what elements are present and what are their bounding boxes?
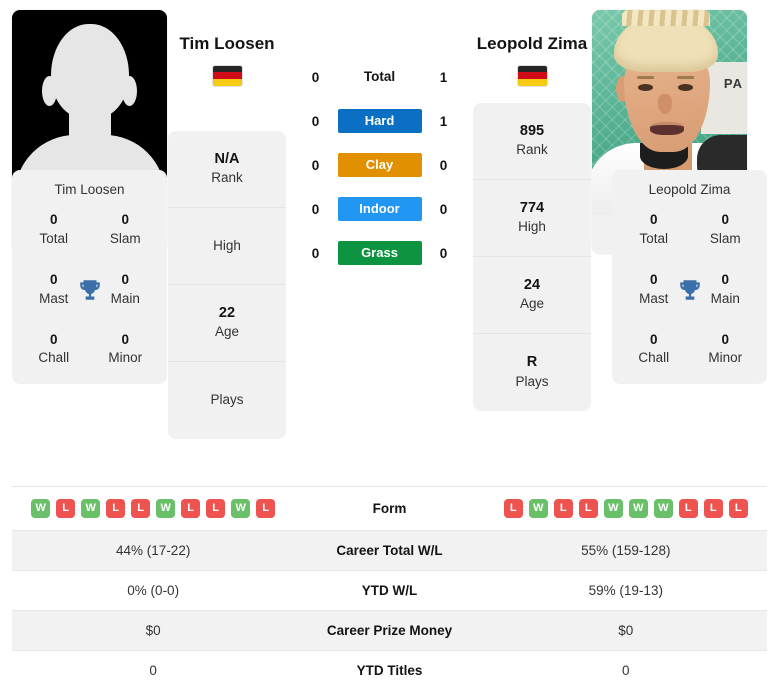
form-badge-win: W xyxy=(231,499,251,518)
table-row-career-total-wl: 44% (17-22) Career Total W/L 55% (159-12… xyxy=(12,530,767,571)
right-info-rank: 895 Rank xyxy=(473,103,591,180)
form-badge-win: W xyxy=(156,499,176,518)
right-titles-card: Leopold Zima 0 Total 0 Slam 0 Mast 0 Mai… xyxy=(612,170,767,385)
left-career-prize-money: $0 xyxy=(145,623,161,638)
left-titles-grid: 0 Total 0 Slam 0 Mast 0 Main 0 Chall 0 M… xyxy=(18,211,161,368)
form-badge-loss: L xyxy=(578,499,598,518)
table-row-ytd-wl: 0% (0-0) YTD W/L 59% (19-13) xyxy=(12,570,767,611)
photo-board-text: PA xyxy=(723,76,743,91)
left-titles-card-name: Tim Loosen xyxy=(54,182,125,197)
table-row-form: WLWLLWLLWL Form LWLLWWWLLL xyxy=(12,486,767,531)
left-career-total-wl: 44% (17-22) xyxy=(116,543,191,558)
row-label-ytd-titles: YTD Titles xyxy=(356,663,423,678)
right-titles-card-name: Leopold Zima xyxy=(648,182,731,197)
trophy-icon xyxy=(79,279,100,300)
left-ytd-titles: 0 xyxy=(149,663,157,678)
form-badge-loss: L xyxy=(181,499,201,518)
right-ytd-titles: 0 xyxy=(622,663,630,678)
left-info-plays-label: Plays xyxy=(210,392,244,408)
form-badge-win: W xyxy=(603,499,623,518)
comparison-stats-table: WLWLLWLLWL Form LWLLWWWLLL 44% (17-22) C… xyxy=(12,486,767,690)
right-titles-grid: 0 Total 0 Slam 0 Mast 0 Main 0 Chall 0 M… xyxy=(618,211,761,368)
row-label-career-prize-money: Career Prize Money xyxy=(326,623,453,638)
left-ytd-wl: 0% (0-0) xyxy=(127,583,180,598)
left-titles-minor: 0 Minor xyxy=(108,331,143,366)
trophy-icon xyxy=(679,279,700,300)
right-titles-total: 0 Total xyxy=(639,212,669,246)
form-badge-loss: L xyxy=(106,499,126,518)
left-info-rank-value: N/A xyxy=(214,150,240,167)
right-form-strip: LWLLWWWLLL xyxy=(489,499,763,518)
form-badge-win: W xyxy=(31,499,51,518)
form-badge-loss: L xyxy=(703,499,723,518)
form-badge-loss: L xyxy=(206,499,226,518)
right-player-flag-icon xyxy=(517,65,547,86)
right-surface-hard-wins: 1 xyxy=(439,113,448,129)
stats-table-body: WLWLLWLLWL Form LWLLWWWLLL 44% (17-22) C… xyxy=(12,486,767,691)
right-info-rank-label: Rank xyxy=(516,142,548,158)
left-surface-hard-wins: 0 xyxy=(311,113,320,129)
surface-label-total: Total xyxy=(363,69,396,84)
surface-row-hard: 0 Hard 1 xyxy=(287,109,472,133)
left-player-flag-icon xyxy=(212,65,242,86)
surface-label-hard: Hard xyxy=(337,109,422,133)
right-career-prize-money: $0 xyxy=(618,623,634,638)
row-label-career-total-wl: Career Total W/L xyxy=(336,543,443,558)
row-label-ytd-wl: YTD W/L xyxy=(361,583,418,598)
form-badge-loss: L xyxy=(728,499,748,518)
left-titles-total: 0 Total xyxy=(39,212,69,246)
form-badge-win: W xyxy=(81,499,101,518)
left-surface-total-wins: 0 xyxy=(311,69,320,85)
surface-row-total: 0 Total 1 xyxy=(287,66,472,88)
form-badge-loss: L xyxy=(131,499,151,518)
left-form-cell: WLWLLWLLWL xyxy=(12,487,294,531)
table-row-ytd-titles: 0 YTD Titles 0 xyxy=(12,650,767,691)
left-player-name: Tim Loosen xyxy=(179,34,275,53)
right-ytd-wl: 59% (19-13) xyxy=(588,583,663,598)
row-label-form: Form xyxy=(372,501,407,516)
right-form-cell: LWLLWWWLLL xyxy=(485,487,767,531)
right-career-total-wl: 55% (159-128) xyxy=(581,543,671,558)
form-badge-loss: L xyxy=(503,499,523,518)
left-form-strip: WLWLLWLLWL xyxy=(16,499,290,518)
left-titles-card: Tim Loosen 0 Total 0 Slam 0 Mast 0 Main … xyxy=(12,170,167,385)
form-badge-win: W xyxy=(653,499,673,518)
form-badge-loss: L xyxy=(56,499,76,518)
player-comparison-page: Tim Loosen Tim Loosen N/A Rank High xyxy=(0,0,779,699)
form-badge-loss: L xyxy=(256,499,276,518)
titles-cards-row: Tim Loosen 0 Total 0 Slam 0 Mast 0 Main … xyxy=(12,170,767,385)
form-badge-loss: L xyxy=(678,499,698,518)
left-titles-chall: 0 Chall xyxy=(38,331,70,366)
right-player-name: Leopold Zima xyxy=(476,34,588,53)
form-badge-loss: L xyxy=(553,499,573,518)
table-row-career-prize-money: $0 Career Prize Money $0 xyxy=(12,610,767,651)
form-badge-win: W xyxy=(628,499,648,518)
right-titles-slam: 0 Slam xyxy=(709,212,741,246)
left-titles-slam: 0 Slam xyxy=(109,212,141,246)
right-titles-chall: 0 Chall xyxy=(638,331,670,366)
right-surface-total-wins: 1 xyxy=(439,69,448,85)
form-badge-win: W xyxy=(528,499,548,518)
right-titles-minor: 0 Minor xyxy=(708,331,743,366)
right-info-rank-value: 895 xyxy=(519,122,545,139)
